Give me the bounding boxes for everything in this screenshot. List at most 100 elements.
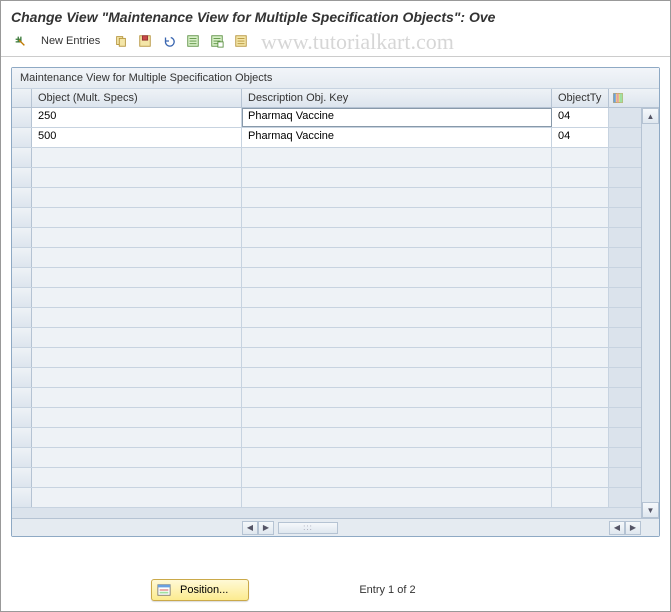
- row-selector[interactable]: [12, 468, 32, 487]
- maintenance-panel: Maintenance View for Multiple Specificat…: [11, 67, 660, 537]
- row-selector[interactable]: [12, 328, 32, 347]
- cell-object[interactable]: 250: [32, 108, 242, 127]
- delimit-icon[interactable]: [232, 32, 250, 50]
- scroll-left-icon[interactable]: ◀: [242, 521, 258, 535]
- panel-title: Maintenance View for Multiple Specificat…: [12, 68, 659, 89]
- cell-objecttype: [552, 348, 609, 367]
- cell-object: [32, 188, 242, 207]
- table-row: [12, 408, 641, 428]
- select-all-icon[interactable]: [184, 32, 202, 50]
- row-selector[interactable]: [12, 268, 32, 287]
- row-selector[interactable]: [12, 208, 32, 227]
- col-description[interactable]: Description Obj. Key: [242, 89, 552, 107]
- cell-description: [242, 388, 552, 407]
- cell-description: [242, 468, 552, 487]
- table-row[interactable]: 250Pharmaq Vaccine04: [12, 108, 641, 128]
- cell-object: [32, 148, 242, 167]
- cell-object: [32, 308, 242, 327]
- table-row: [12, 428, 641, 448]
- cell-objecttype: [552, 228, 609, 247]
- row-selector[interactable]: [12, 408, 32, 427]
- scroll-right2-icon[interactable]: ▶: [625, 521, 641, 535]
- position-button[interactable]: Position...: [151, 579, 249, 601]
- row-selector[interactable]: [12, 108, 32, 127]
- row-selector[interactable]: [12, 228, 32, 247]
- table-row: [12, 268, 641, 288]
- cell-objecttype[interactable]: 04: [552, 128, 609, 147]
- row-selector[interactable]: [12, 348, 32, 367]
- table-row: [12, 388, 641, 408]
- horizontal-scrollbar[interactable]: ◀ ▶ ::: ◀ ▶: [12, 518, 659, 536]
- table-row: [12, 488, 641, 508]
- row-selector[interactable]: [12, 148, 32, 167]
- footer: Position... Entry 1 of 2: [1, 579, 670, 601]
- cell-objecttype: [552, 448, 609, 467]
- copy-icon[interactable]: [112, 32, 130, 50]
- table-row: [12, 448, 641, 468]
- cell-object: [32, 348, 242, 367]
- cell-description: [242, 148, 552, 167]
- row-selector[interactable]: [12, 248, 32, 267]
- col-objecttype[interactable]: ObjectTy: [552, 89, 609, 107]
- scroll-track[interactable]: [642, 124, 659, 502]
- table-row: [12, 368, 641, 388]
- table-row: [12, 148, 641, 168]
- cell-description: [242, 228, 552, 247]
- table-row: [12, 348, 641, 368]
- cell-objecttype: [552, 428, 609, 447]
- cell-description[interactable]: Pharmaq Vaccine: [242, 108, 552, 127]
- configure-columns-icon[interactable]: [609, 89, 627, 107]
- scroll-left2-icon[interactable]: ◀: [609, 521, 625, 535]
- position-icon: [156, 582, 172, 598]
- cell-description: [242, 248, 552, 267]
- scroll-thumb[interactable]: :::: [278, 522, 338, 534]
- scroll-up-icon[interactable]: ▲: [642, 108, 659, 124]
- row-selector[interactable]: [12, 488, 32, 507]
- cell-objecttype: [552, 328, 609, 347]
- cell-objecttype: [552, 208, 609, 227]
- cell-object: [32, 328, 242, 347]
- cell-description: [242, 308, 552, 327]
- row-selector[interactable]: [12, 308, 32, 327]
- grid-body: 250Pharmaq Vaccine04500Pharmaq Vaccine04…: [12, 108, 659, 518]
- col-object[interactable]: Object (Mult. Specs): [32, 89, 242, 107]
- undo-icon[interactable]: [160, 32, 178, 50]
- scroll-down-icon[interactable]: ▼: [642, 502, 659, 518]
- row-selector[interactable]: [12, 288, 32, 307]
- cell-objecttype: [552, 288, 609, 307]
- table-row[interactable]: 500Pharmaq Vaccine04: [12, 128, 641, 148]
- expand-icon[interactable]: [11, 32, 29, 50]
- cell-description: [242, 208, 552, 227]
- grid-header: Object (Mult. Specs) Description Obj. Ke…: [12, 89, 659, 108]
- new-entries-button[interactable]: New Entries: [35, 33, 106, 49]
- deselect-all-icon[interactable]: [208, 32, 226, 50]
- cell-description: [242, 288, 552, 307]
- cell-objecttype: [552, 188, 609, 207]
- row-selector[interactable]: [12, 428, 32, 447]
- row-selector[interactable]: [12, 188, 32, 207]
- scroll-right-icon[interactable]: ▶: [258, 521, 274, 535]
- cell-objecttype: [552, 368, 609, 387]
- cell-description[interactable]: Pharmaq Vaccine: [242, 128, 552, 147]
- row-selector[interactable]: [12, 388, 32, 407]
- vertical-scrollbar[interactable]: ▲ ▼: [641, 108, 659, 518]
- table-row: [12, 308, 641, 328]
- cell-object[interactable]: 500: [32, 128, 242, 147]
- row-selector[interactable]: [12, 168, 32, 187]
- row-selector[interactable]: [12, 448, 32, 467]
- cell-object: [32, 268, 242, 287]
- cell-objecttype: [552, 248, 609, 267]
- row-selector[interactable]: [12, 368, 32, 387]
- cell-description: [242, 448, 552, 467]
- toolbar: New Entries: [1, 29, 670, 57]
- cell-object: [32, 388, 242, 407]
- save-icon[interactable]: [136, 32, 154, 50]
- cell-objecttype[interactable]: 04: [552, 108, 609, 127]
- table-row: [12, 208, 641, 228]
- grid: Object (Mult. Specs) Description Obj. Ke…: [12, 89, 659, 536]
- entry-counter: Entry 1 of 2: [359, 584, 415, 596]
- header-selector[interactable]: [12, 89, 32, 107]
- row-selector[interactable]: [12, 128, 32, 147]
- cell-object: [32, 488, 242, 507]
- cell-objecttype: [552, 388, 609, 407]
